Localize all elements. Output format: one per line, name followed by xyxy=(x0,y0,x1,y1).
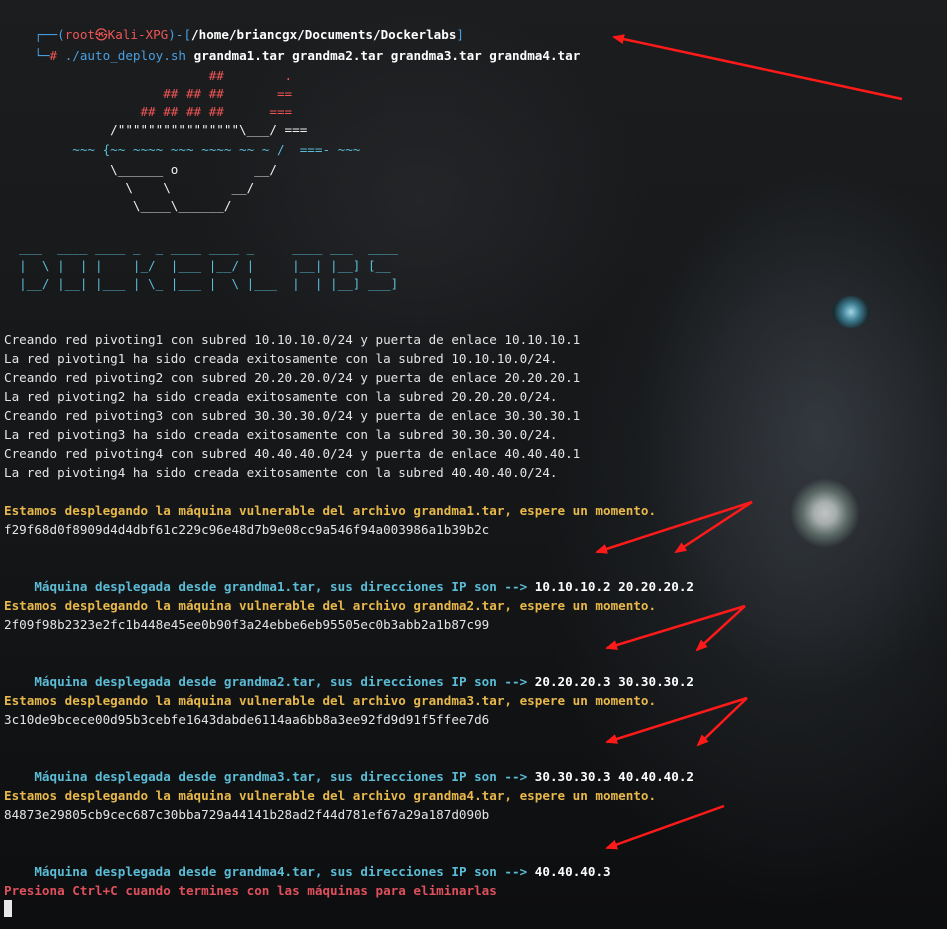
deploy-result-ips: 20.20.20.3 30.30.30.2 xyxy=(534,674,695,689)
command-name: ./auto_deploy.sh xyxy=(64,48,187,63)
deploy-result-line: Máquina desplegada desde grandma1.tar, s… xyxy=(4,558,694,594)
deploy-result-label: Máquina desplegada desde grandma4.tar, s… xyxy=(34,864,528,879)
deploy-status-line: Estamos desplegando la máquina vulnerabl… xyxy=(4,788,657,803)
deploy-result-line: Máquina desplegada desde grandma4.tar, s… xyxy=(4,843,610,879)
deploy-result-line: Máquina desplegada desde grandma3.tar, s… xyxy=(4,748,694,784)
deploy-status-line: Estamos desplegando la máquina vulnerabl… xyxy=(4,693,657,708)
ascii-whale-line: \______ o __/ xyxy=(4,162,277,177)
container-hash: 84873e29805cb9cec687c30bba729a44141b28ad… xyxy=(4,807,490,822)
deploy-result-ips: 30.30.30.3 40.40.40.2 xyxy=(534,769,695,784)
deploy-status-line: Estamos desplegando la máquina vulnerabl… xyxy=(4,503,657,518)
ascii-logo-line: ___ ____ ____ _ _ ____ ____ _ ____ ___ _… xyxy=(4,240,399,255)
command-args: grandma1.tar grandma2.tar grandma3.tar g… xyxy=(193,48,581,63)
final-instruction: Presiona Ctrl+C cuando termines con las … xyxy=(4,883,497,898)
network-log-line: La red pivoting3 ha sido creada exitosam… xyxy=(4,427,558,442)
network-log-line: La red pivoting4 ha sido creada exitosam… xyxy=(4,465,558,480)
container-hash: 2f09f98b2323e2fc1b448e45ee0b90f3a24ebbe6… xyxy=(4,617,490,632)
ascii-whale-line: ## ## ## ## === xyxy=(4,104,293,119)
ascii-logo-line: | \ | | | |_/ |___ |__/ | |__| |__] [__ xyxy=(4,258,391,273)
wallpaper-flower xyxy=(790,478,860,548)
deploy-result-ips: 10.10.10.2 20.20.20.2 xyxy=(534,579,695,594)
network-log-line: Creando red pivoting4 con subred 40.40.4… xyxy=(4,446,581,461)
container-hash: 3c10de9bcece00d95b3cebfe1643dabde6114aa6… xyxy=(4,712,490,727)
ascii-whale-line: /""""""""""""""""\___/ === xyxy=(4,122,308,137)
deploy-result-label: Máquina desplegada desde grandma2.tar, s… xyxy=(34,674,528,689)
deploy-result-label: Máquina desplegada desde grandma1.tar, s… xyxy=(34,579,528,594)
terminal-cursor[interactable] xyxy=(4,900,12,917)
ascii-whale-line: \ \ __/ xyxy=(4,180,255,195)
deploy-result-label: Máquina desplegada desde grandma3.tar, s… xyxy=(34,769,528,784)
deploy-result-ips: 40.40.40.3 xyxy=(534,864,611,879)
prompt-line-2: └─# ./auto_deploy.sh grandma1.tar grandm… xyxy=(4,27,580,63)
network-log-line: Creando red pivoting3 con subred 30.30.3… xyxy=(4,408,581,423)
prompt-corner: └─ xyxy=(34,48,50,63)
wallpaper-eye-glow xyxy=(832,296,870,328)
container-hash: f29f68d0f8909d4d4dbf61c229c96e48d7b9e08c… xyxy=(4,522,490,537)
ascii-logo-line: |__/ |__| |___ | \_ |___ | \ |___ | | |_… xyxy=(4,276,399,291)
prompt-line-1: ┌──(root㉿Kali-XPG)-[/home/briancgx/Docum… xyxy=(4,6,464,42)
deploy-status-line: Estamos desplegando la máquina vulnerabl… xyxy=(4,598,657,613)
network-log-line: La red pivoting2 ha sido creada exitosam… xyxy=(4,389,558,404)
ascii-whale-line: \____\______/ xyxy=(4,198,232,213)
network-log-line: La red pivoting1 ha sido creada exitosam… xyxy=(4,351,558,366)
network-log-line: Creando red pivoting2 con subred 20.20.2… xyxy=(4,370,581,385)
network-log-line: Creando red pivoting1 con subred 10.10.1… xyxy=(4,332,581,347)
deploy-result-line: Máquina desplegada desde grandma2.tar, s… xyxy=(4,653,694,689)
prompt-hash: # xyxy=(49,48,65,63)
ascii-whale-line: ## ## ## == xyxy=(4,86,293,101)
ascii-whale-line: ## . xyxy=(4,68,293,83)
ascii-whale-line: ~~~ {~~ ~~~~ ~~~ ~~~~ ~~ ~ / ===- ~~~ xyxy=(4,142,361,157)
